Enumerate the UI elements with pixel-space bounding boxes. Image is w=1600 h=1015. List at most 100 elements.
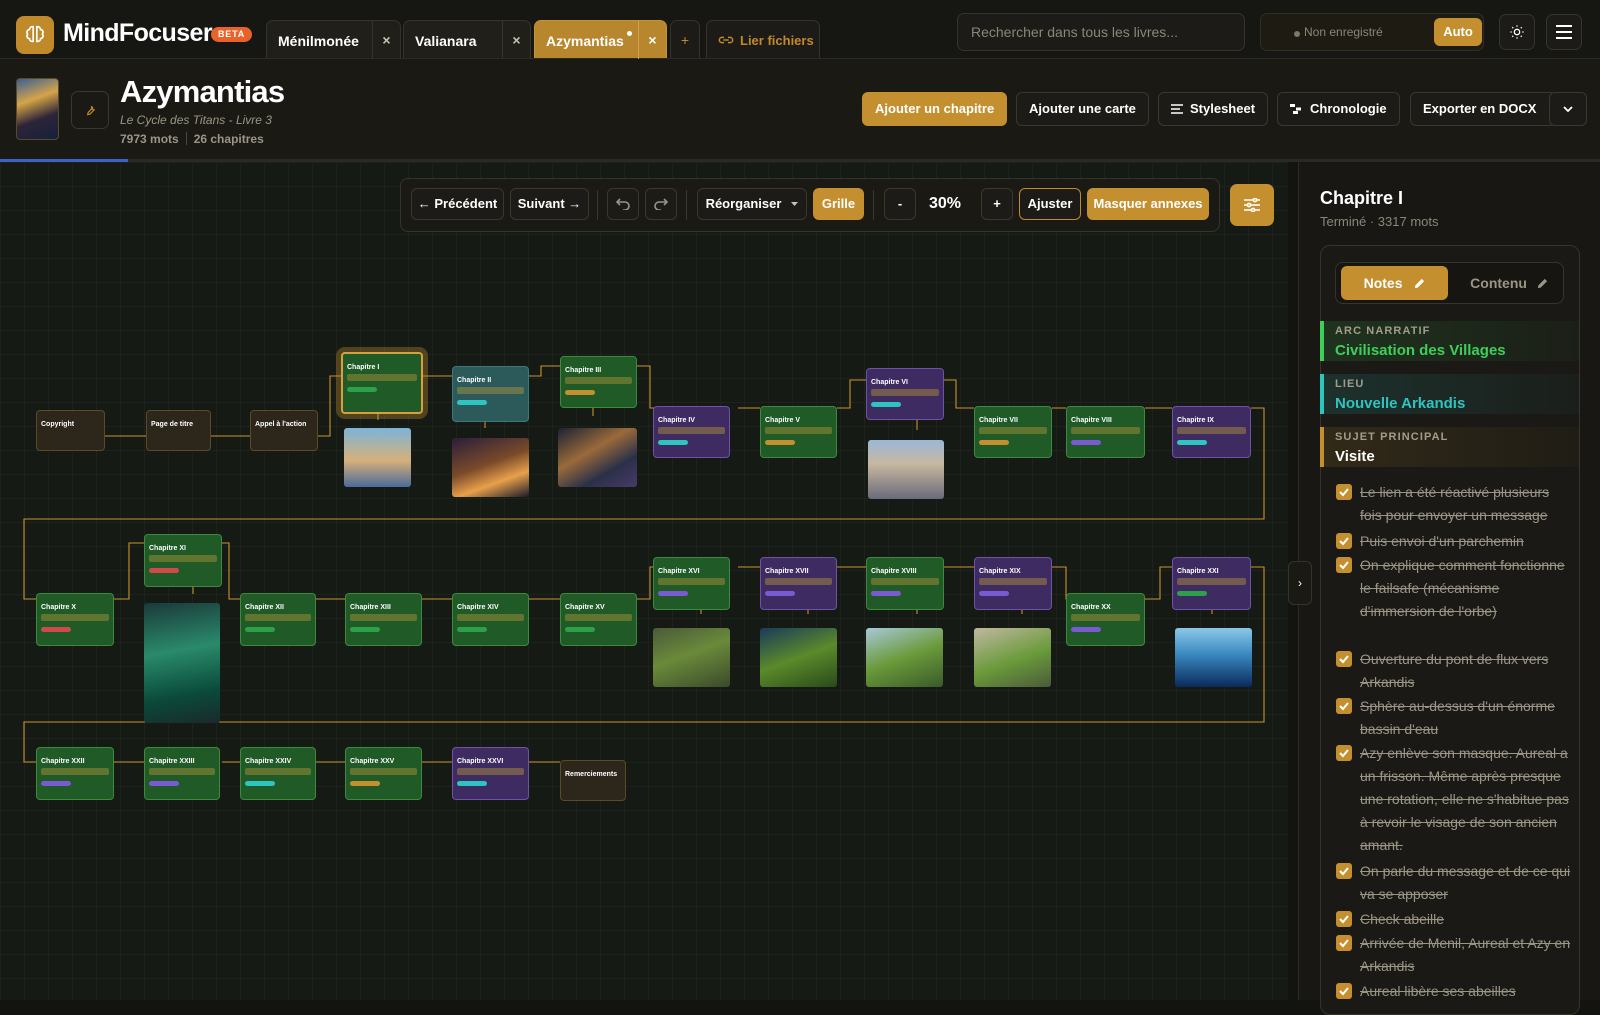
board-card-chapter-25[interactable]: Chapitre XXV <box>345 747 422 800</box>
board-card-chapter-21[interactable]: Chapitre XXI <box>1172 557 1251 610</box>
hide-annexes-button[interactable]: Masquer annexes <box>1087 188 1209 220</box>
tab-close-button[interactable]: × <box>502 21 530 59</box>
menu-button[interactable] <box>1546 14 1582 50</box>
add-tab-button[interactable]: + <box>670 20 700 58</box>
chapter-illustration[interactable] <box>1175 628 1252 687</box>
board-card-chapter-22[interactable]: Chapitre XXII <box>36 747 114 800</box>
add-chapter-button[interactable]: Ajouter un chapitre <box>862 92 1008 126</box>
board-card-chapter-10[interactable]: Chapitre X <box>36 593 114 646</box>
checkbox-checked[interactable] <box>1336 698 1352 714</box>
previous-button[interactable]: ← Précédent <box>411 188 504 220</box>
chapter-illustration[interactable] <box>974 628 1051 687</box>
card-title: Chapitre XV <box>565 604 605 611</box>
redo-button[interactable] <box>645 188 677 220</box>
board-card-chapter-24[interactable]: Chapitre XXIV <box>240 747 316 800</box>
tab-close-button[interactable]: × <box>372 21 400 59</box>
tab-valianara[interactable]: Valianara × <box>403 20 531 59</box>
export-docx-button[interactable]: Exporter en DOCX <box>1410 92 1556 126</box>
beta-badge: BETA <box>211 27 253 42</box>
book-cover[interactable] <box>16 78 59 140</box>
search-input[interactable]: Rechercher dans tous les livres... <box>957 13 1245 51</box>
link-files-label: Lier fichiers <box>740 33 814 48</box>
chapter-illustration[interactable] <box>452 438 529 497</box>
card-title: Chapitre IV <box>658 417 695 424</box>
board-card-chapter-2[interactable]: Chapitre II <box>452 366 529 422</box>
card-title: Chapitre IX <box>1177 417 1214 424</box>
stylesheet-button[interactable]: Stylesheet <box>1158 92 1269 126</box>
chapter-illustration[interactable] <box>868 440 944 499</box>
board-card-chapter-8[interactable]: Chapitre VIII <box>1066 406 1145 458</box>
board-card-thanks[interactable]: Remerciements <box>560 760 626 801</box>
note-text: Azy enlève son masque. Aureal a un friss… <box>1360 745 1569 853</box>
link-files-button[interactable]: Lier fichiers <box>706 20 820 58</box>
board-card-chapter-11[interactable]: Chapitre XI <box>144 534 222 587</box>
board-card-chapter-17[interactable]: Chapitre XVII <box>760 557 837 610</box>
checkbox-checked[interactable] <box>1336 863 1352 879</box>
tab-content[interactable]: Contenu <box>1460 266 1558 300</box>
card-title: Chapitre XIV <box>457 604 499 611</box>
tab-azymantias[interactable]: Azymantias × <box>534 20 667 59</box>
card-title: Copyright <box>41 421 75 428</box>
checkbox-checked[interactable] <box>1336 484 1352 500</box>
theme-toggle-button[interactable] <box>1499 14 1535 50</box>
chapter-illustration[interactable] <box>866 628 943 687</box>
board-card-chapter-7[interactable]: Chapitre VII <box>974 406 1052 458</box>
board-card-chapter-16[interactable]: Chapitre XVI <box>653 557 730 610</box>
checkbox-checked[interactable] <box>1336 745 1352 761</box>
board-card-chapter-3[interactable]: Chapitre III <box>560 356 637 408</box>
grid-toggle-button[interactable]: Grille <box>813 188 864 220</box>
board-card-copyright[interactable]: Copyright <box>36 410 105 451</box>
next-button[interactable]: Suivant → <box>510 188 589 220</box>
chapter-illustration[interactable] <box>344 428 411 487</box>
add-card-button[interactable]: Ajouter une carte <box>1016 92 1149 126</box>
note-text: On explique comment fonctionne le failsa… <box>1360 557 1565 619</box>
board-card-chapter-13[interactable]: Chapitre XIII <box>345 593 422 646</box>
sliders-icon <box>1244 198 1260 212</box>
board-card-chapter-5[interactable]: Chapitre V <box>760 406 837 458</box>
collapse-panel-button[interactable]: › <box>1288 561 1312 605</box>
tab-notes[interactable]: Notes <box>1341 266 1448 300</box>
chapter-illustration[interactable] <box>144 603 220 723</box>
board-card-title-page[interactable]: Page de titre <box>146 410 211 451</box>
card-title: Remerciements <box>565 771 618 778</box>
meta-key: SUJET PRINCIPAL <box>1335 431 1449 443</box>
zoom-out-button[interactable]: - <box>884 188 916 220</box>
zoom-in-button[interactable]: + <box>981 188 1013 220</box>
tab-close-button[interactable]: × <box>638 21 666 59</box>
timeline-button[interactable]: Chronologie <box>1277 92 1400 126</box>
tab-notes-label: Notes <box>1363 275 1403 291</box>
app-logo[interactable] <box>16 16 54 54</box>
board-card-chapter-4[interactable]: Chapitre IV <box>653 406 730 458</box>
board-card-chapter-20[interactable]: Chapitre XX <box>1066 593 1145 646</box>
canvas-settings-button[interactable] <box>1230 184 1274 226</box>
chapter-illustration[interactable] <box>558 428 637 487</box>
board-card-chapter-14[interactable]: Chapitre XIV <box>452 593 529 646</box>
fit-button[interactable]: Ajuster <box>1019 188 1081 220</box>
board-card-chapter-23[interactable]: Chapitre XXIII <box>144 747 220 800</box>
board-card-chapter-12[interactable]: Chapitre XII <box>240 593 316 646</box>
chapter-illustration[interactable] <box>653 628 730 687</box>
board-card-chapter-26[interactable]: Chapitre XXVI <box>452 747 529 800</box>
chapter-illustration[interactable] <box>760 628 837 687</box>
export-options-button[interactable] <box>1549 92 1587 126</box>
board-card-call[interactable]: Appel à l'action <box>250 410 318 451</box>
board-card-chapter-6[interactable]: Chapitre VI <box>866 368 944 420</box>
checkbox-checked[interactable] <box>1336 983 1352 999</box>
board-card-chapter-19[interactable]: Chapitre XIX <box>974 557 1052 610</box>
brain-icon <box>26 25 44 43</box>
undo-button[interactable] <box>607 188 639 220</box>
checkbox-checked[interactable] <box>1336 651 1352 667</box>
checkbox-checked[interactable] <box>1336 533 1352 549</box>
checkbox-checked[interactable] <box>1336 557 1352 573</box>
auto-save-button[interactable]: Auto <box>1434 18 1482 46</box>
checkbox-checked[interactable] <box>1336 911 1352 927</box>
tab-menilmonee[interactable]: Ménilmonée × <box>266 20 401 59</box>
edit-cover-button[interactable] <box>71 91 109 129</box>
board-card-chapter-18[interactable]: Chapitre XVIII <box>866 557 944 610</box>
board-card-chapter-15[interactable]: Chapitre XV <box>560 593 637 646</box>
note-text: Check abeille <box>1360 911 1445 927</box>
board-card-chapter-9[interactable]: Chapitre IX <box>1172 406 1251 458</box>
reorganize-dropdown[interactable]: Réorganiser <box>697 188 807 220</box>
board-card-chapter-1[interactable]: Chapitre I <box>341 352 423 414</box>
checkbox-checked[interactable] <box>1336 935 1352 951</box>
